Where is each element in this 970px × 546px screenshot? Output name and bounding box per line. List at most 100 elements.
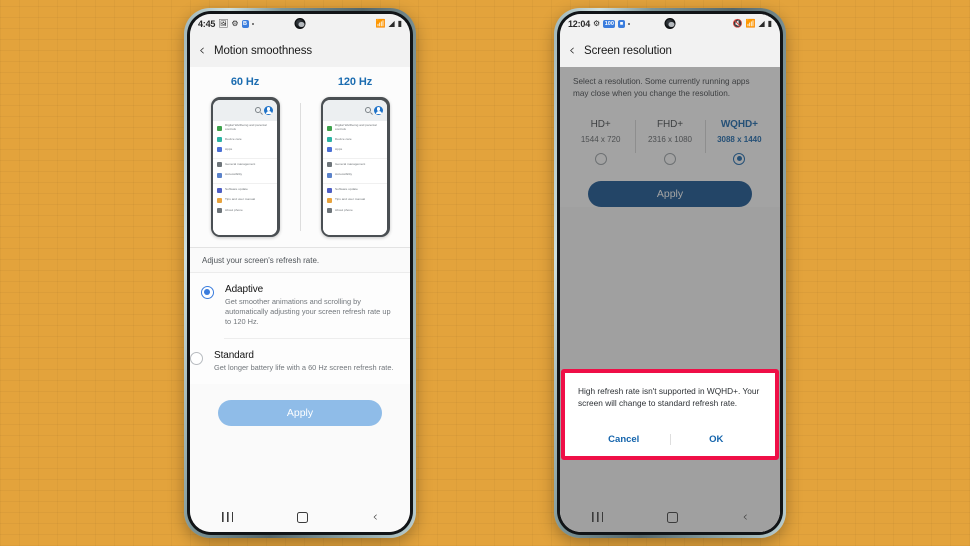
back-button[interactable]: ‹ (569, 43, 575, 58)
cancel-button[interactable]: Cancel (578, 425, 670, 456)
radio-wqhd[interactable] (733, 152, 746, 165)
refresh-rate-options: Adaptive Get smoother animations and scr… (190, 272, 410, 384)
phone-right-bezel: 12:04 ⚙ 100 ■ 🔇 📶 ◢ ▮ ‹ Screen resolutio… (557, 11, 783, 535)
resolution-option-fhd[interactable]: FHD+ 2316 x 1080 (635, 115, 704, 165)
resolution-option-wqhd[interactable]: WQHD+ 3088 x 1440 (704, 115, 774, 165)
home-icon[interactable] (667, 511, 679, 523)
right-apply-container: Apply (560, 173, 780, 207)
preview-item-icon (217, 162, 222, 168)
preview-item-label: Digital Wellbeing and parental controls (335, 123, 377, 132)
preview-list-item: Accessibility (213, 170, 277, 180)
preview-item-icon (327, 197, 332, 203)
refresh-rate-dialog: High refresh rate isn't supported in WQH… (565, 372, 775, 456)
recent-apps-icon[interactable] (592, 512, 604, 522)
preview-screen-120hz: Digital Wellbeing and parental controls D… (323, 99, 387, 235)
resolution-description: Select a resolution. Some currently runn… (573, 77, 750, 98)
phone-right-screen: 12:04 ⚙ 100 ■ 🔇 📶 ◢ ▮ ‹ Screen resolutio… (560, 14, 780, 532)
radio-standard[interactable] (190, 352, 203, 366)
back-nav-icon[interactable]: ‹ (743, 511, 748, 524)
preview-item-icon (327, 208, 332, 214)
search-icon (255, 107, 261, 113)
preview-item-label: Apps (335, 146, 343, 151)
preview-phone-120hz: Digital Wellbeing and parental controls D… (320, 97, 390, 237)
preview-item-label: Software update (335, 187, 358, 192)
dialog-message: High refresh rate isn't supported in WQH… (578, 385, 760, 409)
resolution-radio-wrap-wqhd (705, 152, 774, 165)
preview-item-label: Tips and user manual (225, 197, 256, 202)
right-navigation-bar: ‹ (560, 502, 780, 532)
preview-item-icon (217, 147, 222, 153)
hz-col-120: 120 Hz (300, 76, 410, 88)
preview-item-icon (327, 147, 332, 153)
preview-item-label: About phone (225, 207, 243, 212)
apply-button[interactable]: Apply (588, 180, 752, 207)
left-status-right-group: 📶 ◢ ▮ (375, 20, 402, 28)
recent-apps-icon[interactable] (222, 512, 234, 522)
preview-divider (300, 103, 301, 231)
right-status-right-group: 🔇 📶 ◢ ▮ (733, 20, 773, 28)
right-status-time: 12:04 (568, 19, 591, 29)
left-status-bar: 4:45 🖼 ⚙ B 📶 ◢ ▮ (190, 14, 410, 34)
left-status-time: 4:45 (198, 19, 216, 29)
ok-button[interactable]: OK (671, 425, 763, 456)
preview-list-item: Digital Wellbeing and parental controls (213, 122, 277, 135)
hz-label-60: 60 Hz (230, 76, 260, 88)
left-status-left-group: 4:45 🖼 ⚙ B (198, 19, 254, 29)
resolution-dims-hd: 1544 x 720 (580, 134, 621, 144)
gear-icon: ⚙ (593, 19, 601, 28)
battery-icon: ▮ (767, 19, 772, 28)
preview-item-label: Apps (225, 146, 233, 151)
resolution-radio-wrap-fhd (635, 152, 704, 165)
badge-icon: B (241, 20, 249, 28)
preview-item-icon (327, 172, 332, 178)
hz-label-row: 60 Hz 120 Hz (190, 76, 410, 88)
front-camera (294, 18, 306, 29)
signal-icon: ◢ (758, 19, 765, 28)
wifi-icon: 📶 (745, 19, 756, 28)
preview-list-item: Software update (213, 183, 277, 195)
refresh-rate-hint: Adjust your screen's refresh rate. (190, 248, 410, 272)
left-navigation-bar: ‹ (190, 502, 410, 532)
preview-list-item: Device care (213, 135, 277, 145)
resolution-option-hd[interactable]: HD+ 1544 x 720 (566, 115, 635, 165)
preview-screen-60hz: Digital Wellbeing and parental controls D… (213, 99, 277, 235)
radio-fhd[interactable] (663, 152, 676, 165)
resolution-name-wqhd: WQHD+ (720, 118, 758, 130)
option-adaptive-text: Adaptive Get smoother animations and scr… (225, 284, 396, 327)
preview-item-label: Software update (225, 187, 248, 192)
battery-icon: ▮ (397, 19, 402, 28)
preview-settings-list-60: Digital Wellbeing and parental controls D… (213, 120, 277, 235)
preview-item-icon (217, 187, 222, 193)
radio-hd[interactable] (594, 152, 607, 165)
left-bottom-spacer (190, 425, 410, 502)
preview-item-label: Tips and user manual (335, 197, 366, 202)
resolution-name-hd: HD+ (590, 118, 611, 130)
phone-left-bezel: 4:45 🖼 ⚙ B 📶 ◢ ▮ ‹ Motion smoothness 60 … (187, 11, 413, 535)
left-apply-container: Apply (190, 383, 410, 426)
preview-list-item: General management (213, 157, 277, 170)
option-adaptive[interactable]: Adaptive Get smoother animations and scr… (190, 273, 410, 338)
preview-item-label: Accessibility (335, 172, 353, 177)
avatar (264, 105, 273, 115)
option-standard[interactable]: Standard Get longer battery life with a … (190, 338, 410, 384)
back-button[interactable]: ‹ (199, 43, 205, 58)
back-nav-icon[interactable]: ‹ (373, 511, 378, 524)
preview-col-120: Digital Wellbeing and parental controls D… (300, 97, 410, 237)
preview-item-label: About phone (335, 207, 353, 212)
home-icon[interactable] (297, 511, 309, 523)
option-adaptive-title: Adaptive (225, 284, 264, 295)
option-adaptive-desc: Get smoother animations and scrolling by… (225, 296, 391, 326)
preview-list-item: Tips and user manual (323, 195, 387, 205)
resolution-dims-wqhd: 3088 x 1440 (717, 134, 762, 144)
preview-item-label: Device care (335, 136, 352, 141)
option-standard-text: Standard Get longer battery life with a … (214, 350, 394, 373)
apply-button[interactable]: Apply (218, 399, 382, 426)
preview-list-item: Software update (323, 183, 387, 195)
preview-item-icon (217, 137, 222, 143)
right-app-header: ‹ Screen resolution (560, 34, 780, 67)
resolution-dims-fhd: 2316 x 1080 (647, 134, 693, 144)
preview-item-icon (327, 187, 332, 193)
preview-item-label: Digital Wellbeing and parental controls (225, 123, 267, 132)
preview-list-item: Tips and user manual (213, 195, 277, 205)
radio-adaptive[interactable] (201, 286, 214, 299)
